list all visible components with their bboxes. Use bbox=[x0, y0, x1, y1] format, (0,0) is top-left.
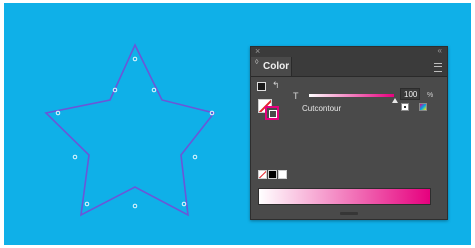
tab-options-icon[interactable]: ◊ bbox=[255, 59, 258, 66]
anchor-point bbox=[72, 154, 78, 160]
anchor-point bbox=[192, 154, 198, 160]
artboard-canvas[interactable]: × « ◊ Color ↰ T 100 % Cutcontour bbox=[4, 3, 471, 245]
anchor-point bbox=[84, 201, 90, 207]
panel-titlebar[interactable]: × « bbox=[251, 46, 447, 57]
anchor-points bbox=[55, 56, 215, 209]
collapse-icon[interactable]: « bbox=[438, 46, 442, 56]
color-panel: × « ◊ Color ↰ T 100 % Cutcontour bbox=[250, 46, 448, 220]
panel-tab-bar: ◊ Color bbox=[251, 57, 447, 77]
swap-fill-stroke-icon[interactable]: ↰ bbox=[272, 80, 280, 90]
anchor-point bbox=[151, 87, 157, 93]
none-color-icon[interactable] bbox=[258, 170, 267, 179]
star-path bbox=[44, 43, 216, 217]
stroke-icon[interactable] bbox=[265, 106, 279, 120]
tab-color-label: Color bbox=[263, 61, 290, 72]
tint-unit: % bbox=[427, 92, 434, 99]
anchor-point bbox=[132, 203, 138, 209]
panel-resize-grip[interactable] bbox=[340, 212, 358, 215]
tint-slider-thumb[interactable] bbox=[392, 98, 398, 103]
swatch-mode-icon[interactable] bbox=[401, 103, 409, 111]
close-icon[interactable]: × bbox=[255, 46, 260, 56]
tint-slider[interactable] bbox=[309, 94, 394, 97]
black-swatch[interactable] bbox=[268, 170, 277, 179]
anchor-point bbox=[132, 56, 138, 62]
anchor-point bbox=[55, 110, 61, 116]
tint-label: T bbox=[293, 91, 299, 101]
color-mode-icon[interactable] bbox=[419, 103, 427, 111]
swatch-name: Cutcontour bbox=[302, 104, 342, 113]
tab-color[interactable]: ◊ Color bbox=[251, 57, 292, 76]
anchor-point bbox=[181, 201, 187, 207]
white-swatch[interactable] bbox=[278, 170, 287, 179]
tint-value-field[interactable]: 100 bbox=[400, 88, 420, 100]
default-fill-stroke-icon[interactable] bbox=[257, 82, 266, 91]
tint-ramp[interactable] bbox=[258, 188, 431, 205]
panel-menu-icon[interactable] bbox=[434, 63, 442, 72]
